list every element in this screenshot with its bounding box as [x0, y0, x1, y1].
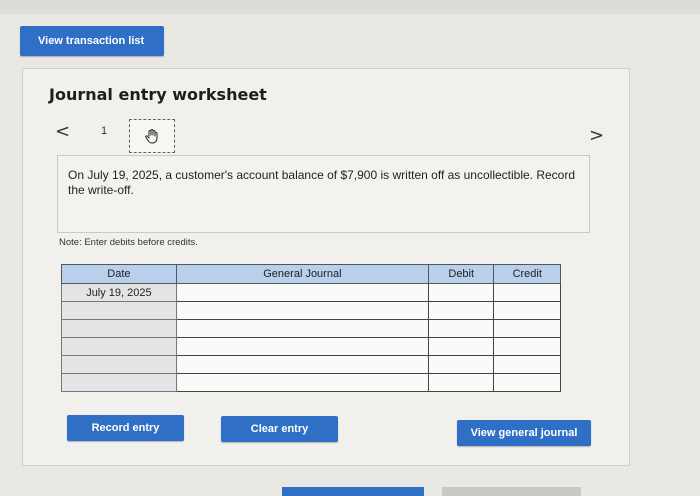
chevron-left-icon[interactable]: <: [55, 121, 70, 142]
top-strip: [0, 0, 700, 14]
debit-input[interactable]: [427, 337, 495, 356]
record-entry-button[interactable]: Record entry: [67, 415, 184, 441]
credit-input[interactable]: [493, 355, 561, 374]
view-general-journal-button[interactable]: View general journal: [457, 420, 591, 446]
table-row: [61, 373, 561, 392]
general-journal-header: General Journal: [175, 264, 429, 284]
date-cell[interactable]: [61, 319, 177, 338]
transaction-prompt: On July 19, 2025, a customer's account b…: [57, 155, 590, 233]
date-cell[interactable]: July 19, 2025: [61, 283, 177, 302]
debit-input[interactable]: [427, 301, 495, 320]
table-row: [61, 301, 561, 320]
credit-input[interactable]: [493, 319, 561, 338]
credit-input[interactable]: [493, 373, 561, 392]
journal-entry-worksheet: Journal entry worksheet < 1 > On July 19…: [22, 68, 630, 466]
credit-input[interactable]: [493, 283, 561, 302]
view-transaction-list-button[interactable]: View transaction list: [20, 26, 164, 56]
clear-entry-button[interactable]: Clear entry: [221, 416, 338, 442]
journal-table: Date General Journal Debit Credit July 1…: [61, 264, 561, 392]
debit-input[interactable]: [427, 283, 495, 302]
credit-input[interactable]: [493, 301, 561, 320]
current-entry-tab[interactable]: [129, 119, 175, 153]
hand-pointer-icon: [145, 128, 158, 144]
debit-input[interactable]: [427, 319, 495, 338]
debit-input[interactable]: [427, 373, 495, 392]
account-input[interactable]: [175, 283, 429, 302]
account-input[interactable]: [175, 301, 429, 320]
account-input[interactable]: [175, 355, 429, 374]
account-input[interactable]: [175, 319, 429, 338]
credit-input[interactable]: [493, 337, 561, 356]
date-cell[interactable]: [61, 355, 177, 374]
date-header: Date: [61, 264, 177, 284]
journal-header-row: Date General Journal Debit Credit: [61, 264, 561, 284]
chevron-right-icon[interactable]: >: [589, 125, 604, 146]
account-input[interactable]: [175, 373, 429, 392]
bottom-nav-button[interactable]: [282, 487, 424, 496]
date-cell[interactable]: [61, 337, 177, 356]
account-input[interactable]: [175, 337, 429, 356]
debit-header: Debit: [427, 264, 495, 284]
table-row: [61, 337, 561, 356]
table-row: July 19, 2025: [61, 283, 561, 302]
entry-number-1[interactable]: 1: [101, 125, 107, 137]
credit-header: Credit: [493, 264, 561, 284]
date-cell[interactable]: [61, 373, 177, 392]
debit-input[interactable]: [427, 355, 495, 374]
table-row: [61, 355, 561, 374]
bottom-nav-button-secondary[interactable]: [442, 487, 581, 496]
date-cell[interactable]: [61, 301, 177, 320]
table-row: [61, 319, 561, 338]
page-title: Journal entry worksheet: [49, 85, 267, 104]
entry-note: Note: Enter debits before credits.: [59, 237, 198, 248]
